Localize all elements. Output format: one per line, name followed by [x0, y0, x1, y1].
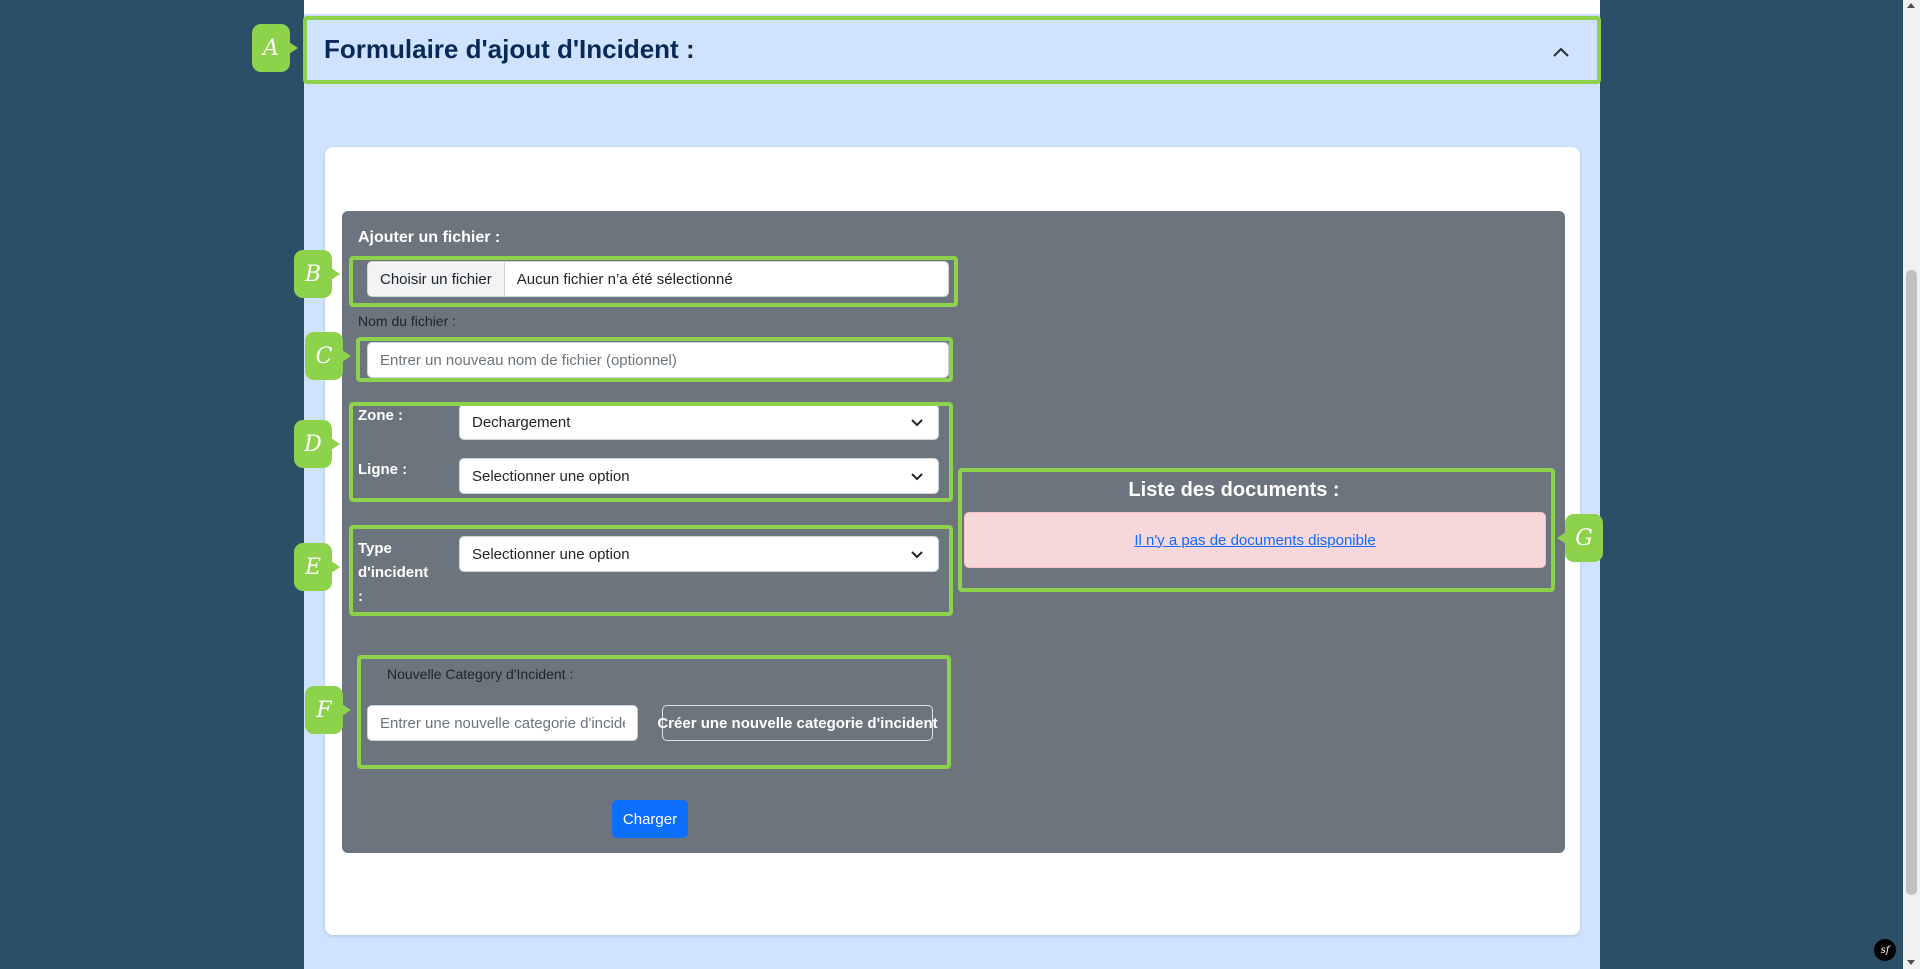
- documents-alert: Il n'y a pas de documents disponible: [964, 512, 1546, 568]
- file-name-input[interactable]: [367, 342, 949, 378]
- marker-g: G: [1557, 514, 1603, 562]
- zone-select-value: Dechargement: [472, 413, 571, 431]
- page-column: Formulaire d'ajout d'Incident : Ajouter …: [304, 0, 1600, 969]
- type-incident-label: Type d'incident :: [358, 540, 429, 605]
- add-file-label: Ajouter un fichier :: [358, 229, 501, 246]
- zone-select[interactable]: Dechargement: [459, 404, 939, 440]
- accordion-header[interactable]: Formulaire d'ajout d'Incident :: [304, 16, 1600, 84]
- chevron-down-icon: [911, 419, 923, 427]
- file-input[interactable]: Choisir un fichier Aucun fichier n’a été…: [367, 261, 949, 297]
- marker-d: D: [294, 420, 340, 468]
- chevron-down-icon: [911, 473, 923, 481]
- chevron-up-icon[interactable]: [1552, 44, 1570, 62]
- file-status: Aucun fichier n’a été sélectionné: [516, 270, 733, 288]
- top-strip: [304, 0, 1600, 14]
- create-category-button[interactable]: Créer une nouvelle categorie d'incident: [657, 705, 938, 741]
- symfony-debug-icon[interactable]: sf: [1874, 939, 1896, 961]
- scroll-up-icon[interactable]: [1907, 3, 1915, 8]
- type-incident-select[interactable]: Selectionner une option: [459, 536, 939, 572]
- marker-e: E: [294, 543, 340, 591]
- documents-title: Liste des documents :: [1128, 479, 1340, 501]
- ligne-label: Ligne :: [358, 461, 408, 478]
- choose-file-button[interactable]: Choisir un fichier: [368, 262, 505, 296]
- type-incident-select-value: Selectionner une option: [472, 545, 630, 563]
- ligne-select[interactable]: Selectionner une option: [459, 458, 939, 494]
- scrollbar[interactable]: [1903, 0, 1920, 969]
- new-category-label: Nouvelle Category d'Incident :: [387, 666, 574, 682]
- no-documents-link[interactable]: Il n'y a pas de documents disponible: [1134, 532, 1375, 549]
- marker-b: B: [294, 250, 340, 298]
- submit-button[interactable]: Charger: [612, 800, 688, 838]
- scroll-thumb[interactable]: [1906, 270, 1917, 895]
- ligne-select-value: Selectionner une option: [472, 467, 630, 485]
- new-category-input[interactable]: [367, 705, 638, 741]
- zone-label: Zone :: [358, 407, 403, 424]
- marker-c: C: [305, 332, 351, 380]
- chevron-down-icon: [911, 551, 923, 559]
- scroll-down-icon[interactable]: [1907, 960, 1915, 965]
- marker-a: A: [252, 24, 298, 72]
- accordion-title: Formulaire d'ajout d'Incident :: [324, 34, 695, 64]
- marker-f: F: [305, 686, 351, 734]
- file-name-label: Nom du fichier :: [358, 313, 457, 329]
